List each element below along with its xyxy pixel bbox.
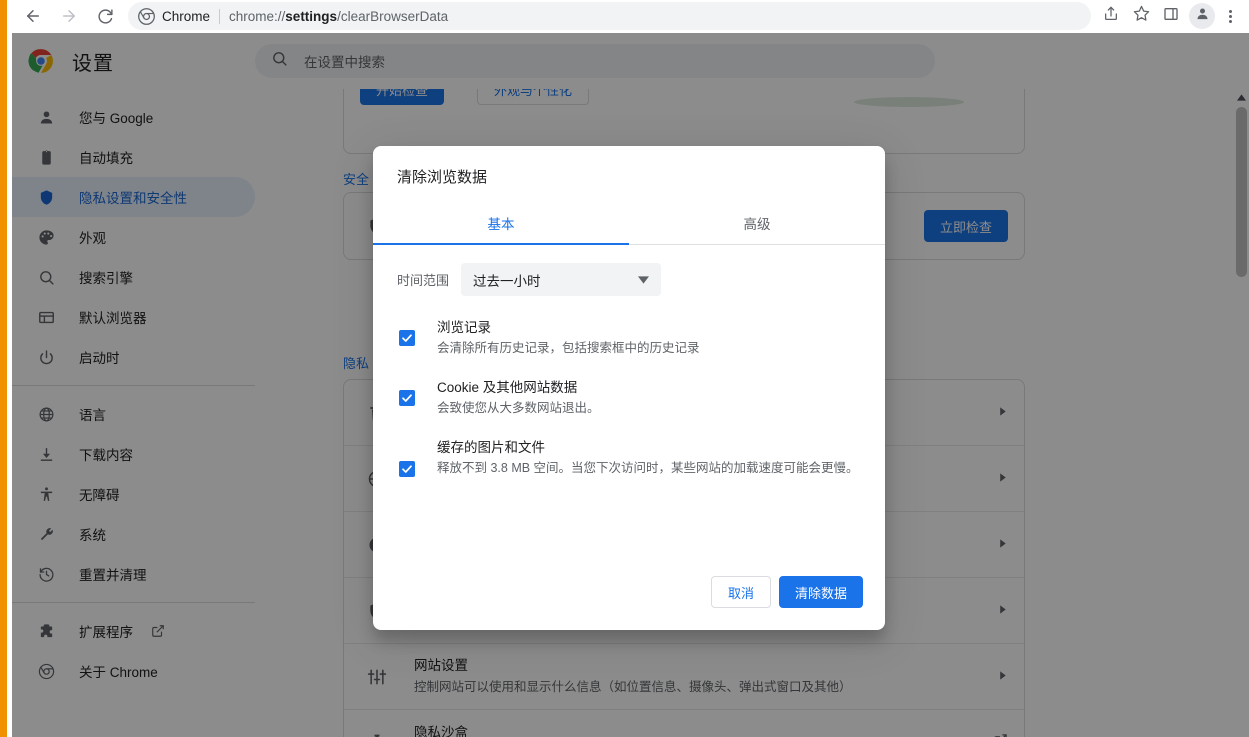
cancel-button[interactable]: 取消 [710, 576, 771, 608]
checkbox-title: 缓存的图片和文件 [437, 440, 545, 455]
profile-avatar-icon [1195, 6, 1210, 26]
side-panel-button[interactable] [1157, 2, 1185, 30]
omnibox-site-label: Chrome [162, 8, 211, 24]
address-bar[interactable]: Chrome chrome://settings/clearBrowserDat… [128, 2, 1091, 30]
tab-advanced[interactable]: 高级 [629, 201, 885, 244]
forward-button[interactable] [54, 1, 84, 31]
time-range-label: 时间范围 [397, 273, 450, 288]
checkbox-checked-icon[interactable] [399, 390, 415, 406]
side-panel-icon [1163, 6, 1179, 27]
star-icon [1133, 5, 1150, 27]
time-range-select[interactable]: 过去一小时 [461, 263, 662, 296]
checkbox-title: Cookie 及其他网站数据 [437, 380, 578, 395]
tab-basic[interactable]: 基本 [373, 201, 629, 245]
checkbox-subtitle: 会清除所有历史记录，包括搜索框中的历史记录 [437, 341, 700, 355]
chevron-down-icon [638, 272, 650, 287]
clear-browsing-data-dialog: 清除浏览数据 基本 高级 时间范围 过去一小时 浏览记录 会清除所有历史记录，包… [373, 146, 885, 630]
url-suffix: /clearBrowserData [337, 8, 449, 24]
tab-label: 基本 [487, 216, 515, 232]
checkbox-subtitle: 释放不到 3.8 MB 空间。当您下次访问时，某些网站的加载速度可能会更慢。 [437, 461, 859, 475]
dialog-tabs: 基本 高级 [373, 201, 885, 245]
checkbox-cached-images-and-files[interactable]: 缓存的图片和文件 释放不到 3.8 MB 空间。当您下次访问时，某些网站的加载速… [397, 438, 861, 478]
checkbox-checked-icon[interactable] [399, 461, 415, 477]
dialog-body: 时间范围 过去一小时 浏览记录 会清除所有历史记录，包括搜索框中的历史记录 Co… [373, 245, 885, 576]
browser-toolbar: Chrome chrome://settings/clearBrowserDat… [12, 0, 1249, 33]
three-dot-menu-icon [1228, 9, 1232, 23]
checkbox-texts: 浏览记录 会清除所有历史记录，包括搜索框中的历史记录 [437, 318, 861, 358]
window-accent-strip [0, 0, 7, 737]
window-edge-gap [7, 0, 12, 737]
checkbox-cookies-and-site-data[interactable]: Cookie 及其他网站数据 会致使您从大多数网站退出。 [397, 378, 861, 418]
share-button[interactable] [1097, 2, 1125, 30]
dialog-title: 清除浏览数据 [397, 169, 488, 186]
url-prefix: chrome:// [229, 8, 286, 24]
omnibox-url: chrome://settings/clearBrowserData [229, 9, 448, 24]
chrome-icon [138, 7, 155, 25]
dialog-footer: 取消 清除数据 [373, 576, 885, 630]
tab-label: 高级 [743, 216, 771, 232]
time-range-value: 过去一小时 [473, 273, 541, 289]
checkbox-browsing-history[interactable]: 浏览记录 会清除所有历史记录，包括搜索框中的历史记录 [397, 318, 861, 358]
reload-button[interactable] [90, 1, 120, 31]
checkbox-texts: Cookie 及其他网站数据 会致使您从大多数网站退出。 [437, 378, 861, 418]
clear-data-button[interactable]: 清除数据 [778, 576, 863, 608]
reload-icon [97, 8, 114, 25]
back-button[interactable] [18, 1, 48, 31]
time-range-row: 时间范围 过去一小时 [397, 263, 861, 296]
share-icon [1103, 6, 1119, 27]
checkbox-texts: 缓存的图片和文件 释放不到 3.8 MB 空间。当您下次访问时，某些网站的加载速… [437, 438, 861, 478]
back-arrow-icon [24, 7, 42, 25]
profile-button[interactable] [1189, 3, 1215, 29]
url-highlight: settings [285, 8, 338, 24]
checkbox-subtitle: 会致使您从大多数网站退出。 [437, 401, 600, 415]
checkbox-title: 浏览记录 [437, 320, 491, 335]
omnibox-separator [219, 8, 221, 24]
screenshot-root: Chrome chrome://settings/clearBrowserDat… [0, 0, 1249, 737]
checkbox-checked-icon[interactable] [399, 330, 415, 346]
forward-arrow-icon [60, 7, 78, 25]
browser-menu-button[interactable] [1217, 9, 1243, 23]
bookmark-button[interactable] [1127, 2, 1155, 30]
